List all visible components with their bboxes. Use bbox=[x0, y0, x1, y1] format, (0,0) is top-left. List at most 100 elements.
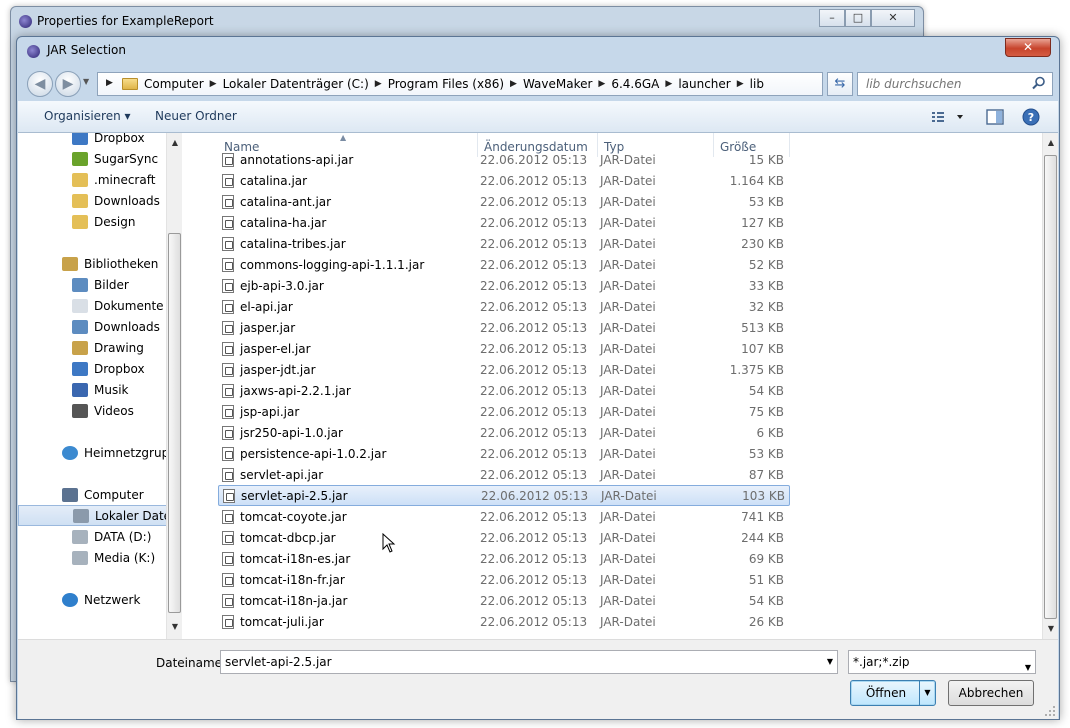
chevron-down-icon[interactable]: ▼ bbox=[827, 657, 833, 666]
nav-item[interactable]: Musik bbox=[18, 379, 182, 400]
forward-button[interactable]: ▶ bbox=[55, 71, 81, 97]
file-row[interactable]: catalina-ha.jar 22.06.2012 05:13 JAR-Datei… bbox=[218, 212, 790, 233]
file-row[interactable]: ejb-api-3.0.jar 22.06.2012 05:13 JAR-Datei… bbox=[218, 275, 790, 296]
nav-item[interactable]: Lokaler Datenträger (C:) bbox=[18, 505, 182, 526]
chevron-right-icon[interactable]: ▶ bbox=[210, 79, 217, 89]
file-row[interactable]: tomcat-i18n-ja.jar 22.06.2012 05:13 JAR-Da… bbox=[218, 590, 790, 611]
file-row[interactable]: commons-logging-api-1.1.1.jar 22.06.2012 … bbox=[218, 254, 790, 275]
nav-item[interactable]: Design bbox=[18, 211, 182, 232]
file-row[interactable]: tomcat-i18n-fr.jar 22.06.2012 05:13 JAR-Da… bbox=[218, 569, 790, 590]
breadcrumb-item[interactable]: WaveMaker ▶ bbox=[523, 77, 611, 91]
file-row[interactable]: jasper-jdt.jar 22.06.2012 05:13 JAR-Datei 1… bbox=[218, 359, 790, 380]
file-row[interactable]: catalina.jar 22.06.2012 05:13 JAR-Datei 1.1… bbox=[218, 170, 790, 191]
parent-close-button[interactable]: ✕ bbox=[871, 9, 915, 27]
nav-item[interactable]: Downloads bbox=[18, 316, 182, 337]
nav-item[interactable]: Bilder bbox=[18, 274, 182, 295]
nav-item[interactable]: Media (K:) bbox=[18, 547, 182, 568]
file-row[interactable]: persistence-api-1.0.2.jar 22.06.2012 05:1… bbox=[218, 443, 790, 464]
search-input[interactable] bbox=[858, 73, 1028, 95]
breadcrumb-item[interactable]: Program Files (x86) ▶ bbox=[388, 77, 523, 91]
view-options-icon[interactable] bbox=[930, 107, 966, 127]
nav-item[interactable]: Drawing bbox=[18, 337, 182, 358]
scroll-up-icon[interactable]: ▲ bbox=[167, 135, 183, 151]
chevron-right-icon[interactable]: ▶ bbox=[598, 79, 605, 89]
chevron-down-icon[interactable]: ▼ bbox=[1025, 657, 1031, 679]
nav-item[interactable]: Dokumente bbox=[18, 295, 182, 316]
organize-menu[interactable]: Organisieren ▾ bbox=[44, 109, 131, 123]
breadcrumb-item[interactable]: Lokaler Datenträger (C:) ▶ bbox=[223, 77, 388, 91]
file-size: 54 KB bbox=[748, 383, 784, 398]
breadcrumb-item[interactable]: 6.4.6GA ▶ bbox=[611, 77, 678, 91]
file-row[interactable]: servlet-api-2.5.jar 22.06.2012 05:13 JAR-D… bbox=[218, 485, 790, 506]
scroll-thumb[interactable] bbox=[1044, 155, 1057, 619]
chevron-right-icon[interactable]: ▶ bbox=[375, 79, 382, 89]
scroll-down-icon[interactable]: ▼ bbox=[167, 619, 183, 635]
file-row[interactable]: tomcat-i18n-es.jar 22.06.2012 05:13 JAR-Da… bbox=[218, 548, 790, 569]
file-row[interactable]: jasper.jar 22.06.2012 05:13 JAR-Datei 513 K… bbox=[218, 317, 790, 338]
file-date: 22.06.2012 05:13 bbox=[480, 236, 588, 251]
chevron-right-icon[interactable]: ▶ bbox=[510, 79, 517, 89]
file-row[interactable]: servlet-api.jar 22.06.2012 05:13 JAR-Datei… bbox=[218, 464, 790, 485]
file-row[interactable]: jsp-api.jar 22.06.2012 05:13 JAR-Datei 75 K… bbox=[218, 401, 790, 422]
nav-item[interactable]: Videos bbox=[18, 400, 182, 421]
address-bar[interactable]: ▶ Computer ▶ Lokaler Datenträger (C:) ▶ Prog… bbox=[97, 72, 823, 96]
filetype-select[interactable]: *.jar;*.zip ▼ bbox=[848, 650, 1036, 674]
filename-combobox[interactable]: ▼ bbox=[220, 650, 838, 674]
file-row[interactable]: jsr250-api-1.0.jar 22.06.2012 05:13 JAR-Da… bbox=[218, 422, 790, 443]
breadcrumb-item[interactable]: Computer ▶ bbox=[144, 77, 223, 91]
help-icon[interactable]: ? bbox=[1020, 107, 1042, 127]
scroll-thumb[interactable] bbox=[168, 233, 181, 613]
open-options-dropdown[interactable]: ▼ bbox=[919, 681, 935, 705]
nav-item[interactable]: .minecraft bbox=[18, 169, 182, 190]
cancel-button[interactable]: Abbrechen bbox=[948, 680, 1034, 706]
breadcrumb-label: lib bbox=[749, 77, 764, 91]
scroll-down-icon[interactable]: ▼ bbox=[1043, 621, 1059, 637]
search-icon[interactable] bbox=[1032, 76, 1046, 90]
file-row[interactable]: el-api.jar 22.06.2012 05:13 JAR-Datei 32 KB bbox=[218, 296, 790, 317]
nav-item[interactable]: DATA (D:) bbox=[18, 526, 182, 547]
refresh-button[interactable]: ⇆ bbox=[827, 72, 853, 96]
chevron-right-icon[interactable]: ▶ bbox=[665, 79, 672, 89]
file-row[interactable]: jaxws-api-2.2.1.jar 22.06.2012 05:13 JAR-D… bbox=[218, 380, 790, 401]
nav-item[interactable]: Bibliotheken bbox=[18, 253, 182, 274]
file-row[interactable]: tomcat-dbcp.jar 22.06.2012 05:13 JAR-Datei… bbox=[218, 527, 790, 548]
open-button[interactable]: Öffnen ▼ bbox=[850, 680, 936, 706]
nav-item[interactable]: Downloads bbox=[18, 190, 182, 211]
nav-item[interactable]: Dropbox bbox=[18, 133, 182, 148]
navigation-scrollbar[interactable]: ▲ ▼ bbox=[166, 133, 182, 639]
maximize-button[interactable]: □ bbox=[845, 9, 871, 27]
file-row[interactable]: catalina-tribes.jar 22.06.2012 05:13 JAR-D… bbox=[218, 233, 790, 254]
file-size: 75 KB bbox=[748, 404, 784, 419]
search-box[interactable] bbox=[857, 72, 1053, 96]
jar-file-icon bbox=[222, 467, 234, 482]
preview-pane-icon[interactable] bbox=[984, 107, 1006, 127]
breadcrumb-item[interactable]: launcher ▶ bbox=[678, 77, 749, 91]
dialog-close-button[interactable]: ✕ bbox=[1005, 38, 1051, 57]
chevron-right-icon[interactable]: ▶ bbox=[737, 79, 744, 89]
jar-file-icon bbox=[222, 614, 234, 629]
file-size: 32 KB bbox=[748, 299, 784, 314]
file-row[interactable]: annotations-api.jar 22.06.2012 05:13 JAR-D… bbox=[218, 149, 790, 170]
nav-item[interactable]: Heimnetzgruppe bbox=[18, 442, 182, 463]
new-folder-button[interactable]: Neuer Ordner bbox=[155, 109, 237, 123]
minimize-button[interactable]: – bbox=[819, 9, 845, 27]
recent-locations-dropdown[interactable]: ▼ bbox=[83, 77, 89, 86]
nav-item[interactable]: Dropbox bbox=[18, 358, 182, 379]
scroll-up-icon[interactable]: ▲ bbox=[1043, 135, 1059, 151]
filename-input[interactable] bbox=[221, 651, 811, 673]
file-row[interactable]: jasper-el.jar 22.06.2012 05:13 JAR-Datei 10… bbox=[218, 338, 790, 359]
breadcrumb-item[interactable]: lib bbox=[750, 77, 764, 91]
back-button[interactable]: ◀ bbox=[27, 71, 53, 97]
file-row[interactable]: catalina-ant.jar 22.06.2012 05:13 JAR-Date… bbox=[218, 191, 790, 212]
file-type: JAR-Datei bbox=[600, 572, 656, 587]
file-list-scrollbar[interactable]: ▲ ▼ bbox=[1042, 133, 1058, 639]
nav-item[interactable]: SugarSync bbox=[18, 148, 182, 169]
dropbox-icon bbox=[72, 361, 88, 376]
file-row[interactable]: tomcat-juli.jar 22.06.2012 05:13 JAR-Datei… bbox=[218, 611, 790, 632]
resize-grip-icon[interactable] bbox=[1044, 705, 1056, 717]
file-row[interactable]: tomcat-coyote.jar 22.06.2012 05:13 JAR-Dat… bbox=[218, 506, 790, 527]
file-size: 1.375 KB bbox=[729, 362, 784, 377]
nav-item[interactable]: Netzwerk bbox=[18, 589, 182, 610]
file-size: 53 KB bbox=[748, 194, 784, 209]
nav-item[interactable]: Computer bbox=[18, 484, 182, 505]
